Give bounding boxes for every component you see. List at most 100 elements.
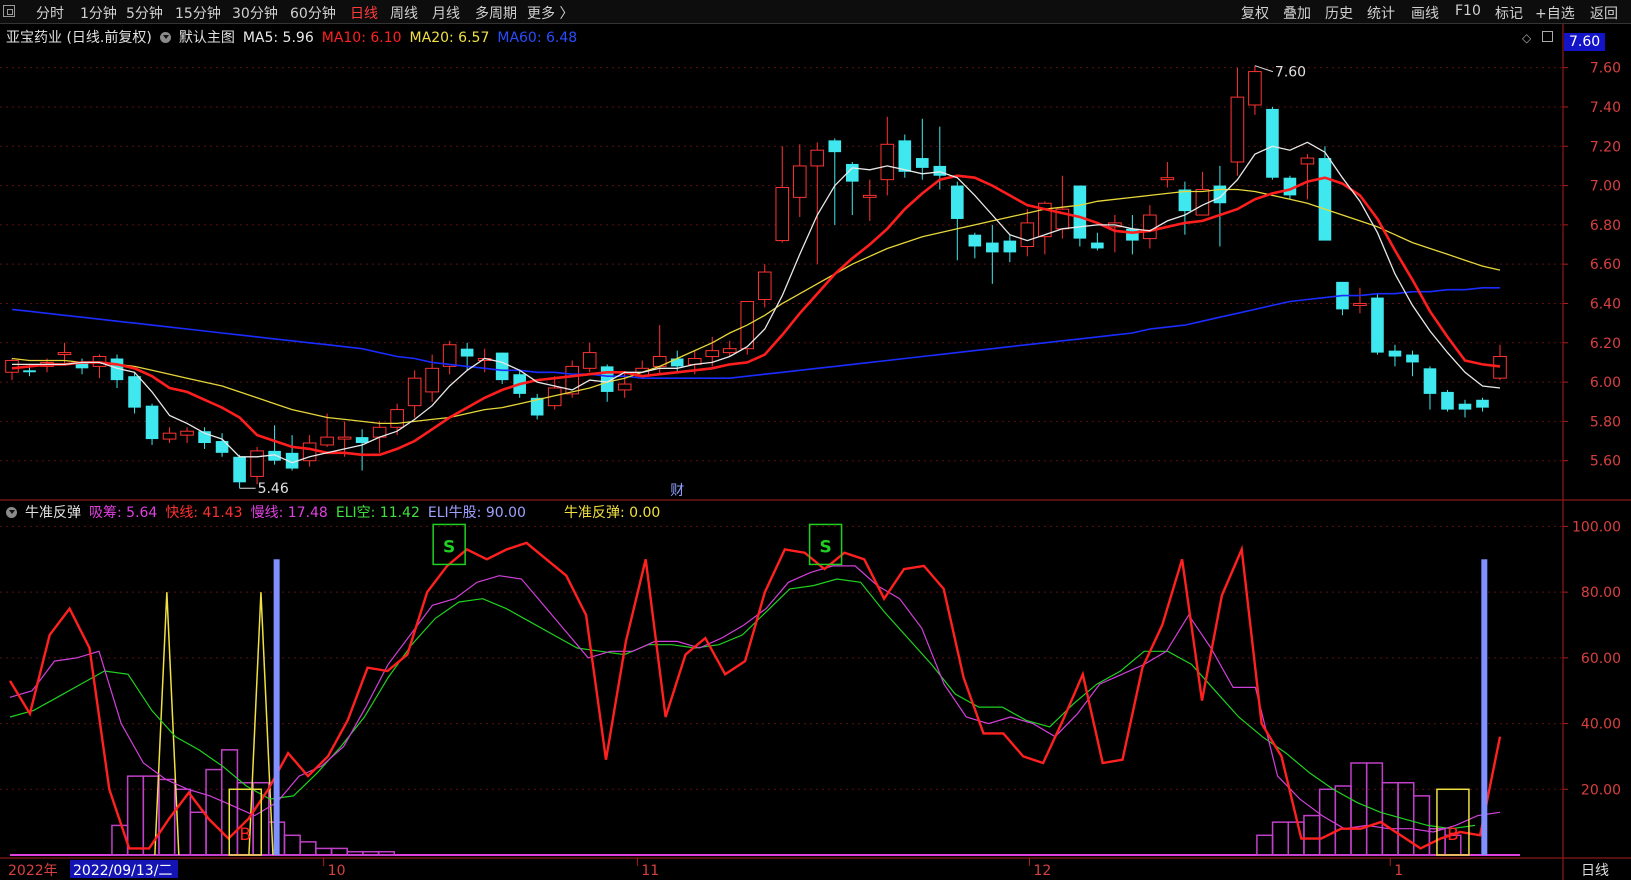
- candle-body-down: [233, 456, 246, 483]
- xichou-bar: [346, 850, 364, 856]
- period-tab-0[interactable]: 分时: [36, 3, 64, 23]
- window-icon[interactable]: [3, 5, 15, 17]
- xichou-bar: [1318, 788, 1337, 856]
- period-tab-2[interactable]: 5分钟: [126, 3, 163, 23]
- candle-body-down: [845, 163, 859, 182]
- xichou-bar: [377, 850, 396, 856]
- period-tab-4[interactable]: 30分钟: [232, 3, 278, 23]
- candle-body-down: [1266, 108, 1279, 178]
- candle-body-up: [687, 358, 702, 365]
- function-button-5[interactable]: F10: [1455, 3, 1481, 19]
- candle-body-down: [986, 242, 999, 253]
- price-tick-label: 6.20: [1590, 336, 1621, 352]
- candle-body-down: [128, 376, 141, 408]
- candle-body-up: [1230, 96, 1245, 163]
- candle-body-down: [670, 358, 684, 367]
- candle-body-up: [425, 367, 439, 393]
- year-label-bg: [4, 860, 66, 878]
- function-button-2[interactable]: 历史: [1325, 3, 1353, 23]
- period-tab-1[interactable]: 1分钟: [80, 3, 117, 23]
- candle-body-up: [740, 301, 755, 350]
- candle-body-up: [757, 271, 772, 301]
- xichou-bar: [283, 834, 301, 856]
- high-label: 7.60: [1275, 65, 1306, 81]
- candle-body-down: [916, 158, 929, 168]
- function-button-3[interactable]: 统计: [1367, 3, 1395, 23]
- candle-body-down: [110, 358, 124, 381]
- kuaixian-value: 快线: 41.43: [165, 505, 243, 521]
- grid-lines: [0, 24, 1631, 880]
- period-tab-3[interactable]: 15分钟: [175, 3, 221, 23]
- candle-body-down: [1178, 189, 1192, 212]
- function-button-1[interactable]: 叠加: [1283, 3, 1311, 23]
- xichou-bar: [252, 781, 270, 856]
- function-button-4[interactable]: 画线: [1411, 3, 1439, 23]
- xichou-bar: [1428, 827, 1446, 856]
- period-tab-8[interactable]: 月线: [432, 3, 460, 23]
- function-button-8[interactable]: 返回: [1590, 3, 1618, 23]
- candle-body-down: [1423, 368, 1437, 394]
- buy-signal-box: [228, 788, 263, 856]
- month-label: 1: [1394, 863, 1403, 879]
- axes: 7.60 7.40 7.20 7.00 6.80 6.60 6.40 6.20 6.00 5.80…: [4, 61, 1621, 879]
- low-label: 5.46: [258, 481, 289, 497]
- xichou-bar: [1412, 795, 1431, 856]
- chart-canvas[interactable]: 7.60 5.46 财 S S B B 7.60 7.40 7.20 7.00 6.80 6.60 6…: [0, 0, 1631, 880]
- function-button-7[interactable]: +自选: [1535, 3, 1575, 23]
- ma60-value: MA60: 6.48: [497, 30, 578, 46]
- indicator-name[interactable]: 牛准反弹: [25, 505, 81, 521]
- period-tab-9[interactable]: 多周期: [475, 3, 517, 23]
- candle-body-down: [268, 450, 281, 461]
- month-label: 11: [641, 863, 659, 879]
- candle-body-down: [1283, 177, 1297, 196]
- candle-body-up: [320, 436, 334, 446]
- bottom-period-tab[interactable]: 日线: [1581, 860, 1609, 880]
- ma5-value: MA5: 5.96: [242, 30, 314, 46]
- period-toolbar: 分时 1分钟 5分钟 15分钟 30分钟 60分钟 日线 周线 月线 多周期 更多 〉 复权 叠加 历史…: [0, 0, 1631, 24]
- indicator-tick-label: 20.00: [1581, 782, 1621, 798]
- stock-title: 亚宝药业 (日线.前复权): [6, 30, 152, 46]
- indicator-dropdown-icon[interactable]: [6, 507, 17, 518]
- year-label: 2022年: [8, 863, 58, 879]
- price-tick-label: 5.80: [1590, 414, 1621, 430]
- candle-body-down: [495, 352, 509, 381]
- price-tick-label: 6.80: [1590, 218, 1621, 234]
- main-chart-legend: 亚宝药业 (日线.前复权) 默认主图 MA5: 5.96 MA10: 6.10 MA20…: [6, 27, 585, 47]
- candle-body-down: [1126, 228, 1139, 241]
- candle-body-up: [1055, 208, 1070, 230]
- candle-body-down: [285, 452, 299, 469]
- candle-body-down: [828, 140, 842, 153]
- candlesticks: [5, 65, 1507, 489]
- candle-body-down: [1476, 399, 1489, 408]
- panel-toggle-icon[interactable]: [1542, 31, 1553, 42]
- xichou-bar: [126, 775, 145, 856]
- candle-body-up: [250, 450, 264, 477]
- high-pointer: [1254, 65, 1274, 73]
- ma60-line: [11, 286, 1500, 380]
- eliniugu-value: ELI牛股: 90.00: [427, 505, 526, 521]
- candle-body-down: [530, 397, 544, 416]
- template-label[interactable]: 默认主图: [179, 30, 235, 46]
- period-tab-10[interactable]: 更多 〉: [527, 3, 573, 23]
- candle-body-down: [600, 366, 614, 392]
- xichou-bar: [1365, 762, 1384, 856]
- period-tab-7[interactable]: 周线: [390, 3, 418, 23]
- diamond-icon[interactable]: ◇: [1522, 31, 1531, 45]
- dropdown-circle-icon[interactable]: [159, 32, 171, 43]
- period-tab-5[interactable]: 60分钟: [290, 3, 336, 23]
- candle-body-down: [198, 431, 211, 444]
- candle-body-up: [302, 442, 317, 462]
- price-tick-label: 7.40: [1590, 100, 1621, 116]
- function-button-0[interactable]: 复权: [1241, 3, 1269, 23]
- candle-body-down: [1336, 281, 1349, 310]
- candle-body-up: [652, 356, 667, 367]
- candle-body-down: [1371, 297, 1384, 353]
- buy-signal-label: B: [1447, 825, 1459, 845]
- candle-body-up: [862, 194, 877, 198]
- candle-body-up: [337, 436, 352, 440]
- price-tick-label: 6.00: [1590, 375, 1621, 391]
- indicator-tick-label: 80.00: [1581, 585, 1621, 601]
- period-tab-6[interactable]: 日线: [350, 3, 378, 23]
- function-button-6[interactable]: 标记: [1495, 3, 1523, 23]
- candle-body-down: [145, 405, 159, 440]
